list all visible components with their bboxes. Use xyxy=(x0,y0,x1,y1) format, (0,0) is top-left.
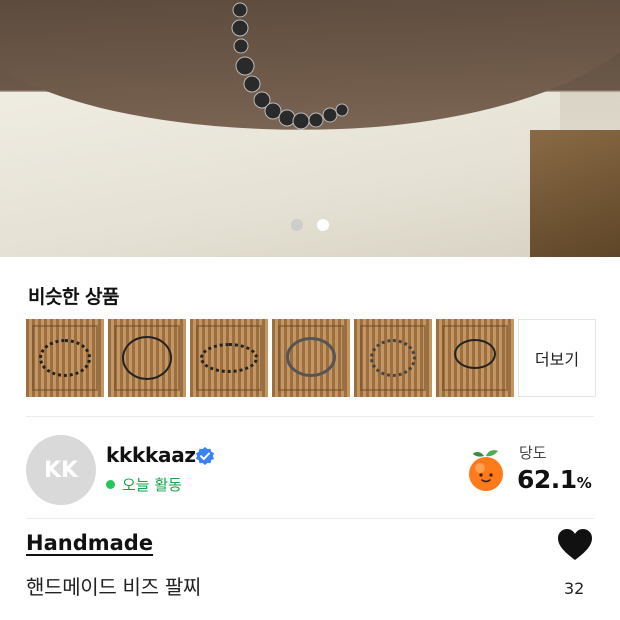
carousel-indicator xyxy=(0,219,620,231)
similar-product-thumbnail[interactable] xyxy=(190,319,268,397)
similar-products-title: 비슷한 상품 xyxy=(28,286,120,308)
peach-icon xyxy=(469,450,503,491)
verified-badge-icon xyxy=(196,447,214,465)
carousel-dot[interactable] xyxy=(291,219,303,231)
similar-product-thumbnail[interactable] xyxy=(354,319,432,397)
similar-product-thumbnail[interactable] xyxy=(108,319,186,397)
product-photo[interactable] xyxy=(0,0,620,257)
like-count: 32 xyxy=(564,579,585,598)
seller-activity: 오늘 활동 xyxy=(106,474,182,495)
product-title: 핸드메이드 비즈 팔찌 xyxy=(26,575,202,599)
heart-icon[interactable] xyxy=(557,528,593,562)
product-tag-link[interactable]: Handmade xyxy=(26,531,153,555)
similar-product-thumbnail[interactable] xyxy=(26,319,104,397)
temperature-label: 당도 xyxy=(519,444,547,462)
temperature-value: 62.1% xyxy=(517,465,592,494)
temperature-number: 62.1 xyxy=(517,465,577,494)
similar-product-thumbnail[interactable] xyxy=(272,319,350,397)
temperature-unit: % xyxy=(576,474,592,492)
carousel-dot-active[interactable] xyxy=(317,219,329,231)
seller-name[interactable]: kkkkaaz xyxy=(106,443,196,467)
seller-activity-label: 오늘 활동 xyxy=(122,476,182,494)
section-divider xyxy=(26,416,594,417)
see-more-button[interactable]: 더보기 xyxy=(518,319,596,397)
similar-products-list: 더보기 xyxy=(26,319,596,397)
online-dot-icon xyxy=(106,480,115,489)
section-divider xyxy=(26,518,594,519)
seller-avatar[interactable]: KK xyxy=(26,435,96,505)
similar-product-thumbnail[interactable] xyxy=(436,319,514,397)
